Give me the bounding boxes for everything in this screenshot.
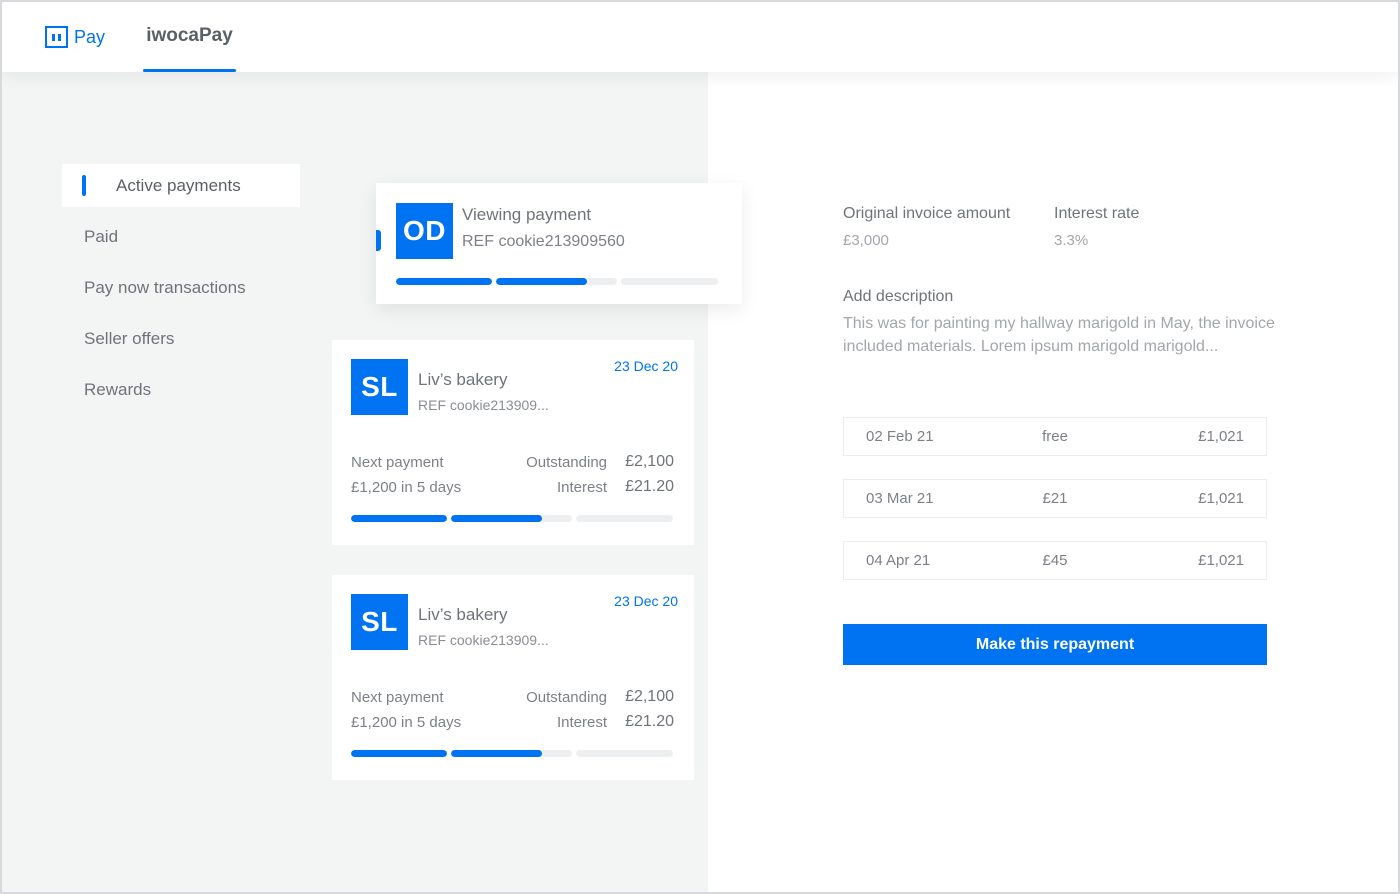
interest-rate-value: 3.3% — [1054, 232, 1089, 249]
progress-segment — [496, 278, 617, 285]
viewing-payment-card[interactable]: OD Viewing payment REF cookie213909560 — [376, 183, 742, 304]
seller-name: Liv’s bakery — [418, 370, 508, 389]
iwoca-pay-logo[interactable]: Pay — [45, 26, 105, 48]
payment-reference: REF cookie213909... — [418, 397, 549, 413]
schedule-row[interactable]: 02 Feb 21 free £1,021 — [843, 417, 1267, 456]
progress-segment — [576, 750, 673, 757]
make-repayment-button[interactable]: Make this repayment — [843, 624, 1267, 665]
description-text[interactable]: This was for painting my hallway marigol… — [843, 312, 1283, 358]
payment-progress-bar — [351, 515, 673, 522]
active-indicator — [82, 175, 86, 196]
outstanding-value: £2,100 — [625, 688, 674, 705]
payment-date: 23 Dec 20 — [614, 358, 678, 374]
app-window: Pay iwocaPay Active payments Paid Pay no… — [0, 0, 1400, 894]
tab-iwocapay[interactable]: iwocaPay — [143, 25, 236, 72]
progress-fill — [396, 278, 492, 285]
schedule-amount: £1,021 — [1198, 428, 1244, 445]
progress-segment — [451, 515, 572, 522]
progress-segment — [351, 750, 447, 757]
sidebar-item-rewards[interactable]: Rewards — [62, 368, 300, 411]
progress-fill — [451, 750, 542, 757]
progress-fill — [351, 515, 447, 522]
avatar: OD — [396, 203, 453, 259]
sidebar-item-label: Pay now transactions — [84, 278, 246, 297]
sidebar-item-label: Rewards — [84, 380, 152, 399]
sidebar-item-paid[interactable]: Paid — [62, 215, 300, 258]
sidebar-item-seller-offers[interactable]: Seller offers — [62, 317, 300, 360]
top-bar: Pay iwocaPay — [2, 2, 1398, 72]
next-payment-label: Next payment — [351, 454, 444, 471]
selected-card-marker — [376, 230, 381, 251]
progress-fill — [451, 515, 542, 522]
payment-progress-bar — [396, 278, 718, 285]
invoice-amount-label: Original invoice amount — [843, 205, 1011, 222]
progress-segment — [396, 278, 492, 285]
progress-fill — [496, 278, 587, 285]
viewing-payment-title: Viewing payment — [462, 205, 592, 224]
progress-fill — [351, 750, 447, 757]
payment-card[interactable]: SL Liv’s bakery REF cookie213909... 23 D… — [332, 575, 694, 780]
payment-card[interactable]: SL Liv’s bakery REF cookie213909... 23 D… — [332, 340, 694, 545]
sidebar-item-active-payments[interactable]: Active payments — [62, 164, 300, 207]
next-payment-value: £1,200 in 5 days — [351, 714, 462, 731]
active-tab-underline — [143, 69, 236, 72]
next-payment-label: Next payment — [351, 689, 444, 706]
interest-rate-label: Interest rate — [1054, 205, 1140, 222]
sidebar-item-pay-now-transactions[interactable]: Pay now transactions — [62, 266, 300, 309]
tab-iwocapay-label: iwocaPay — [146, 25, 233, 46]
payment-reference: REF cookie213909... — [418, 632, 549, 648]
progress-segment — [351, 515, 447, 522]
invoice-amount-value: £3,000 — [843, 232, 889, 249]
payment-date: 23 Dec 20 — [614, 593, 678, 609]
schedule-amount: £1,021 — [1198, 490, 1244, 507]
iwoca-logo-icon — [45, 26, 68, 48]
schedule-row[interactable]: 04 Apr 21 £45 £1,021 — [843, 541, 1267, 580]
add-description-label[interactable]: Add description — [843, 288, 953, 306]
seller-name: Liv’s bakery — [418, 605, 508, 624]
avatar: SL — [351, 359, 408, 415]
payment-progress-bar — [351, 750, 673, 757]
outstanding-label: Outstanding — [526, 454, 607, 471]
progress-segment — [451, 750, 572, 757]
progress-segment — [621, 278, 718, 285]
interest-value: £21.20 — [625, 713, 674, 730]
schedule-amount: £1,021 — [1198, 552, 1244, 569]
sidebar-item-label: Seller offers — [84, 329, 175, 348]
sidebar-item-label: Paid — [84, 227, 119, 246]
sidebar-item-label: Active payments — [116, 176, 241, 195]
interest-label: Interest — [556, 479, 607, 496]
outstanding-value: £2,100 — [625, 453, 674, 470]
avatar: SL — [351, 594, 408, 650]
next-payment-value: £1,200 in 5 days — [351, 479, 462, 496]
payment-reference: REF cookie213909560 — [462, 233, 625, 250]
schedule-row[interactable]: 03 Mar 21 £21 £1,021 — [843, 479, 1267, 518]
progress-segment — [576, 515, 673, 522]
sidebar-nav: Active payments Paid Pay now transaction… — [62, 164, 300, 419]
logo-text: Pay — [74, 26, 106, 47]
outstanding-label: Outstanding — [526, 689, 607, 706]
interest-value: £21.20 — [625, 478, 674, 495]
interest-label: Interest — [556, 714, 607, 731]
